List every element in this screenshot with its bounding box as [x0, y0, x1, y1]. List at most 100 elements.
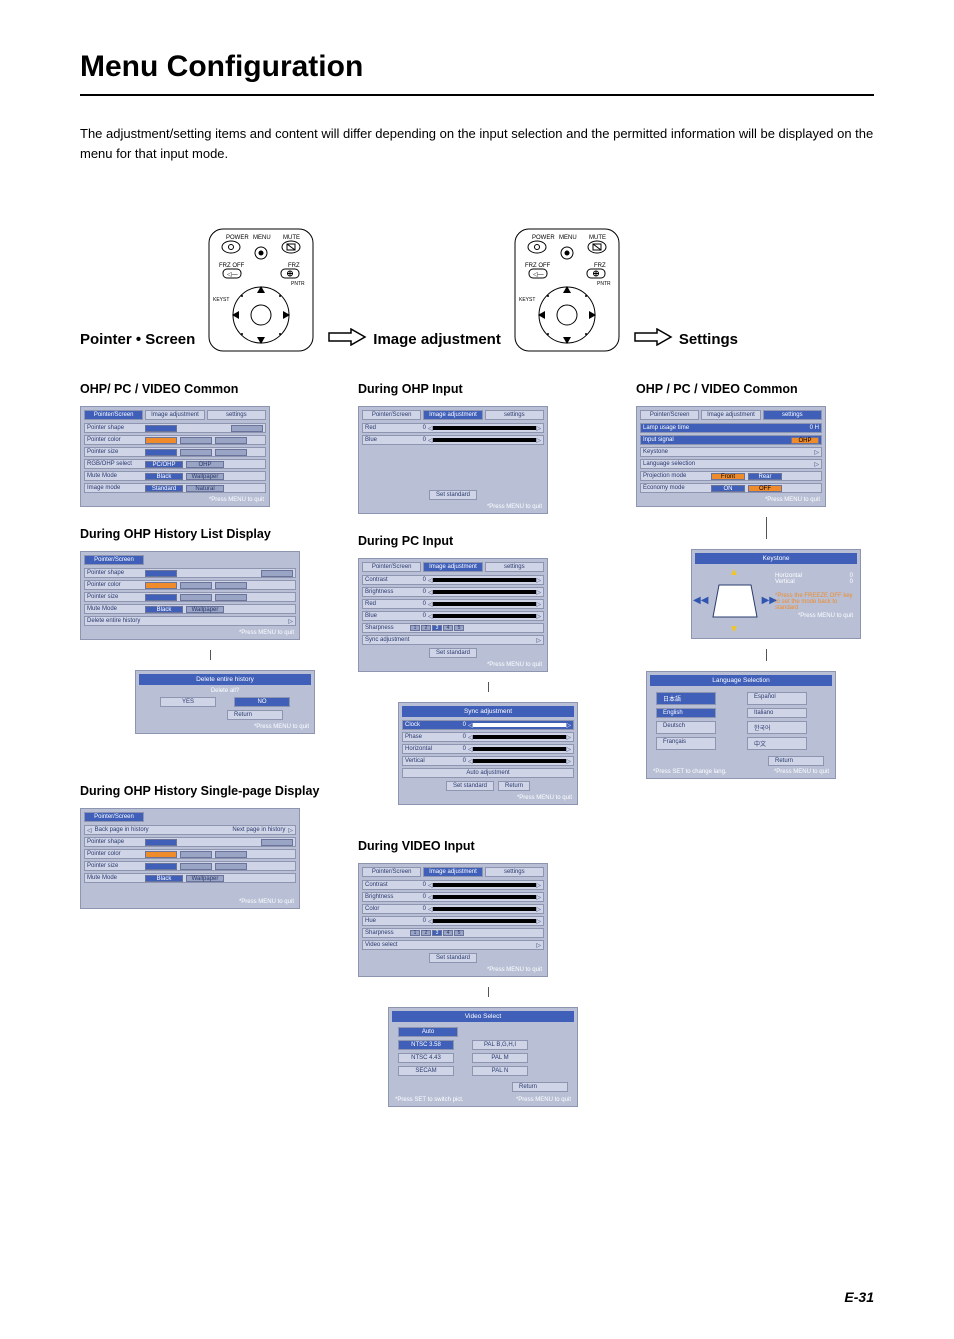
flow-label-pointer: Pointer • Screen	[80, 331, 195, 358]
lang-jp[interactable]: 日本語	[656, 692, 716, 705]
opt-palm[interactable]: PAL M	[472, 1053, 528, 1063]
opt-paln[interactable]: PAL N	[472, 1066, 528, 1076]
opt-ntsc443[interactable]: NTSC 4.43	[398, 1053, 454, 1063]
section-image-ohp: During OHP Input	[358, 382, 618, 396]
panel-video-select: Video Select Auto NTSC 3.58 PAL B,G,H,I …	[388, 1007, 578, 1107]
col-pointer: OHP/ PC / VIDEO Common Pointer/Screen Im…	[80, 372, 340, 909]
video-select-link[interactable]: Video select	[365, 942, 398, 948]
panel-pointer-single: Pointer/Screen ◁Back page in historyNext…	[80, 808, 300, 909]
btn-return-sync[interactable]: Return	[498, 781, 530, 791]
col-image: During OHP Input Pointer/ScreenImage adj…	[358, 372, 618, 1107]
panel-pointer-history: Pointer/Screen Pointer shape Pointer col…	[80, 551, 300, 640]
input-val: OHP	[791, 437, 819, 444]
tab-image[interactable]: Image adjustment	[145, 410, 204, 420]
btn-return-lang[interactable]: Return	[768, 756, 824, 766]
btn-return[interactable]: Return	[227, 710, 283, 720]
page-title: Menu Configuration	[0, 0, 954, 90]
lang-de[interactable]: Deutsch	[656, 721, 716, 734]
section-image-video: During VIDEO Input	[358, 839, 618, 853]
remote-1: POWER MENU MUTE FRZ OFF FRZ ◁— PNTR KEYS…	[201, 223, 321, 358]
hint-switch: *Press SET to switch pict.	[395, 1097, 464, 1103]
remote-2: POWERMENUMUTE FRZ OFFFRZ ◁— PNTRKEYSTSET	[507, 223, 627, 358]
back-page[interactable]: Back page in history	[95, 827, 149, 833]
lbl-mute: MUTE	[283, 235, 300, 241]
footer-hint: *Press MENU to quit	[84, 495, 266, 503]
svg-text:PNTR: PNTR	[597, 281, 611, 287]
opt-secam[interactable]: SECAM	[398, 1066, 454, 1076]
row-projection: Projection mode	[643, 473, 708, 479]
flow-row: Pointer • Screen POWER MENU MUTE FRZ OFF…	[80, 223, 954, 358]
section-pointer-history: During OHP History List Display	[80, 527, 340, 541]
lang-zh[interactable]: 中文	[747, 737, 807, 750]
lang-es[interactable]: Español	[747, 692, 807, 705]
section-pointer-common: OHP/ PC / VIDEO Common	[80, 382, 340, 396]
row-rgb-ohp: RGB/OHP select	[87, 461, 142, 467]
keystone-title: Keystone	[695, 553, 857, 564]
btn-set-standard-video[interactable]: Set standard	[429, 953, 477, 963]
btn-set-standard[interactable]: Set standard	[429, 490, 477, 500]
columns: OHP/ PC / VIDEO Common Pointer/Screen Im…	[80, 372, 954, 1107]
section-image-pc: During PC Input	[358, 534, 618, 548]
video-select-title: Video Select	[392, 1011, 574, 1022]
sync-adj-link[interactable]: Sync adjustment	[365, 637, 409, 643]
btn-set-standard-sync[interactable]: Set standard	[446, 781, 494, 791]
section-pointer-single: During OHP History Single-page Display	[80, 784, 340, 798]
intro-text: The adjustment/setting items and content…	[80, 124, 874, 163]
svg-text:◁—: ◁—	[533, 272, 544, 278]
page-number: E-31	[844, 1289, 874, 1305]
svg-text:FRZ OFF: FRZ OFF	[525, 263, 551, 269]
btn-set-standard-pc[interactable]: Set standard	[429, 648, 477, 658]
arrow-2	[633, 328, 673, 346]
lbl-menu: MENU	[253, 235, 271, 241]
auto-adj[interactable]: Auto adjustment	[466, 770, 509, 776]
delete-history-title: Delete entire history	[139, 674, 311, 685]
svg-text:POWER: POWER	[532, 235, 555, 241]
lamp-val: 0 H	[810, 425, 819, 431]
row-economy: Economy mode	[643, 485, 708, 491]
svg-text:KEYST: KEYST	[519, 297, 535, 303]
tab-pointer[interactable]: Pointer/Screen	[84, 410, 143, 420]
svg-text:FRZ: FRZ	[594, 263, 606, 269]
opt-ntsc358[interactable]: NTSC 3.58	[398, 1040, 454, 1050]
flow-label-settings: Settings	[679, 331, 738, 358]
lbl-frzoff: FRZ OFF	[219, 263, 245, 269]
lbl-power: POWER	[226, 235, 249, 241]
row-lamp-time: Lamp usage time	[643, 425, 723, 431]
panel-image-ohp: Pointer/ScreenImage adjustmentsettings R…	[358, 406, 548, 514]
flow-label-image: Image adjustment	[373, 331, 501, 358]
row-pointer-shape: Pointer shape	[87, 425, 142, 431]
opt-auto[interactable]: Auto	[398, 1027, 458, 1037]
row-mute-mode: Mute Mode	[87, 473, 142, 479]
lang-ko[interactable]: 한국어	[747, 721, 807, 734]
panel-pointer-common: Pointer/Screen Image adjustment settings…	[80, 406, 270, 507]
next-page[interactable]: Next page in history	[232, 827, 285, 833]
lang-fr[interactable]: Français	[656, 737, 716, 750]
panel-keystone: Keystone ▲ ▼ ◀◀ ▶▶ Horizontal 0 Vertical…	[691, 549, 861, 639]
panel-settings: Pointer/ScreenImage adjustmentsettings L…	[636, 406, 826, 507]
btn-yes[interactable]: YES	[160, 697, 216, 707]
language-title: Language Selection	[650, 675, 832, 686]
row-input-signal: Input signal	[643, 437, 723, 443]
title-underline	[80, 94, 874, 96]
panel-image-pc: Pointer/ScreenImage adjustmentsettings C…	[358, 558, 548, 672]
svg-text:MUTE: MUTE	[589, 235, 606, 241]
delete-all-q: Delete all?	[139, 688, 311, 694]
btn-no[interactable]: NO	[234, 697, 290, 707]
keystone-link[interactable]: Keystone	[643, 449, 668, 455]
delete-history-link[interactable]: Delete entire history	[87, 618, 140, 624]
svg-text:◁—: ◁—	[227, 272, 238, 278]
panel-delete-history: Delete entire history Delete all? YES NO…	[135, 670, 315, 734]
tab-settings[interactable]: settings	[207, 410, 266, 420]
lang-en[interactable]: English	[656, 708, 716, 718]
language-link[interactable]: Language selection	[643, 461, 695, 467]
svg-text:MENU: MENU	[559, 235, 577, 241]
opt-palbghi[interactable]: PAL B,G,H,I	[472, 1040, 528, 1050]
sync-adj-title: Sync adjustment	[402, 706, 574, 717]
row-pointer-size: Pointer size	[87, 449, 142, 455]
lang-it[interactable]: Italiano	[747, 708, 807, 718]
lbl-keyst: KEYST	[213, 297, 229, 303]
col-settings: OHP / PC / VIDEO Common Pointer/ScreenIm…	[636, 372, 896, 779]
btn-return-video[interactable]: Return	[512, 1082, 568, 1092]
panel-sync-adj: Sync adjustment Clock0◁▷ Phase0◁▷ Horizo…	[398, 702, 578, 805]
panel-image-video: Pointer/ScreenImage adjustmentsettings C…	[358, 863, 548, 977]
